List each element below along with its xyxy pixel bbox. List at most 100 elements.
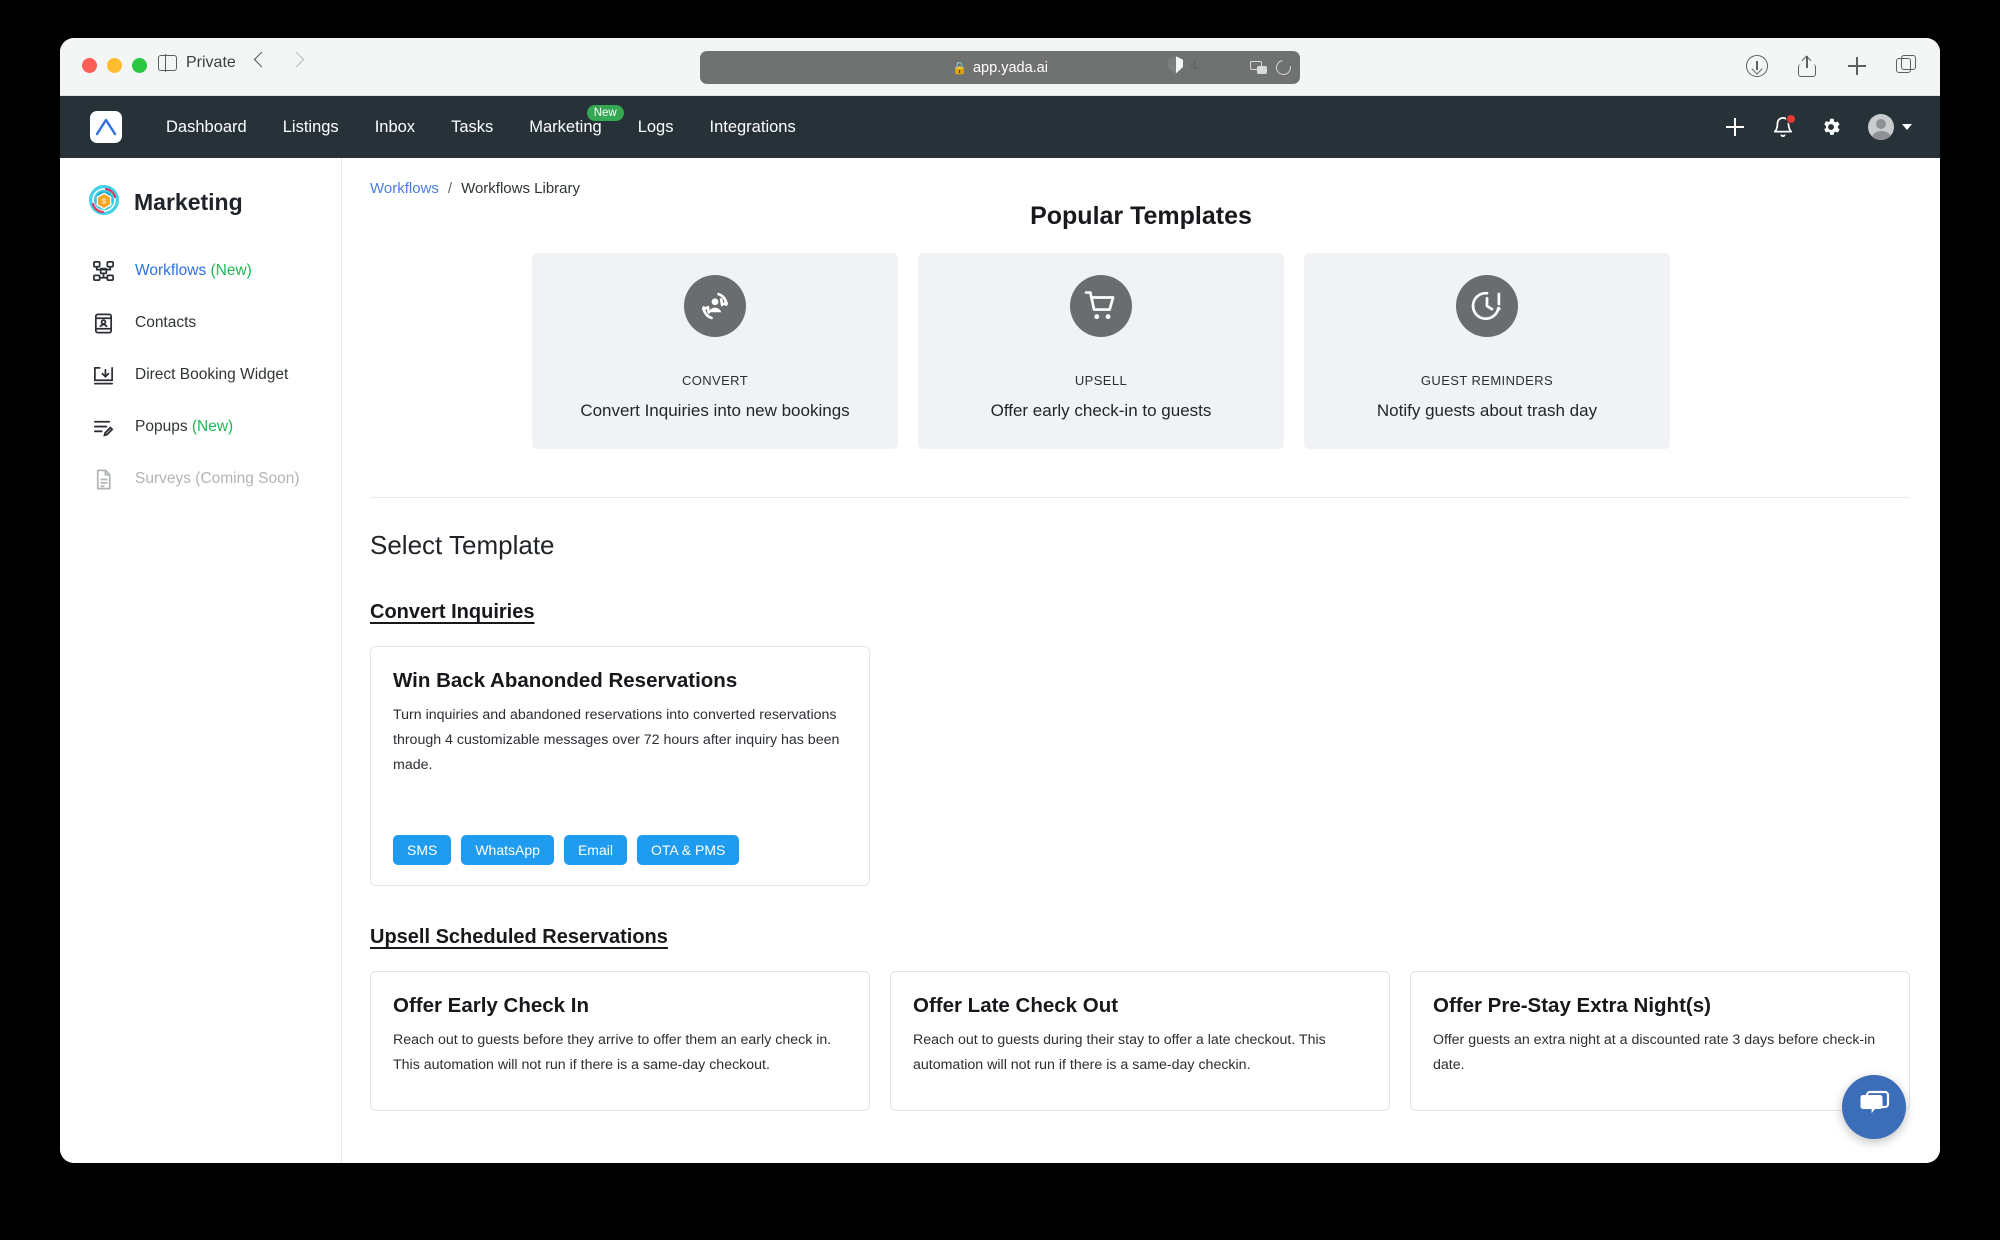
sidebar-item-workflows[interactable]: Workflows (New) — [60, 245, 341, 297]
sidebar-item-label: Direct Booking Widget — [135, 366, 289, 383]
popular-card-kicker: UPSELL — [1074, 373, 1128, 388]
browser-toolbar: Private 🔒 app.yada.ai 4 — [60, 38, 1940, 96]
direct-booking-icon — [90, 362, 116, 388]
group-title-convert-inquiries: Convert Inquiries — [370, 601, 535, 623]
nav-item-logs[interactable]: Logs — [620, 118, 692, 137]
browser-navigation-buttons[interactable] — [253, 51, 305, 68]
translate-icon[interactable] — [1250, 61, 1267, 74]
new-tab-icon[interactable] — [1846, 55, 1868, 77]
forward-icon — [288, 51, 305, 68]
app-top-navbar: Dashboard Listings Inbox Tasks Marketing… — [60, 96, 1940, 158]
maximize-window-button[interactable] — [132, 58, 147, 73]
sidebar-item-popups[interactable]: Popups (New) — [60, 401, 341, 453]
nav-item-listings[interactable]: Listings — [265, 118, 357, 137]
select-template-heading: Select Template — [370, 530, 555, 560]
template-card-description: Reach out to guests before they arrive t… — [393, 1032, 832, 1073]
popular-card-subtitle: Notify guests about trash day — [1376, 401, 1598, 420]
popular-card-subtitle: Convert Inquiries into new bookings — [580, 401, 850, 420]
popular-card-kicker: CONVERT — [681, 373, 749, 388]
top-nav-links[interactable]: Dashboard Listings Inbox Tasks Marketing… — [148, 104, 814, 137]
chat-widget-button[interactable] — [1842, 1075, 1906, 1139]
back-icon[interactable] — [253, 51, 270, 68]
gear-icon[interactable] — [1820, 116, 1842, 138]
app-logo[interactable] — [90, 111, 122, 143]
popular-templates-row: CONVERT Convert Inquiries into new booki… — [342, 231, 1940, 449]
template-card-description: Offer guests an extra night at a discoun… — [1433, 1032, 1876, 1073]
popular-templates-title: Popular Templates — [1030, 202, 1252, 230]
nav-label: Logs — [637, 117, 674, 136]
nav-item-tasks[interactable]: Tasks — [433, 118, 511, 137]
template-card-description: Turn inquiries and abandoned reservation… — [393, 707, 840, 773]
notifications-icon[interactable] — [1772, 114, 1796, 138]
sidebar-item-direct-booking-widget[interactable]: Direct Booking Widget — [60, 349, 341, 401]
tracker-shield[interactable]: 4 — [1168, 56, 1198, 74]
svg-text:$: $ — [102, 198, 106, 205]
share-icon[interactable] — [1796, 55, 1818, 77]
browser-toolbar-actions[interactable] — [1746, 55, 1918, 77]
channel-chip-whatsapp[interactable]: WhatsApp — [461, 835, 554, 865]
tab-overview-icon[interactable] — [1896, 55, 1918, 77]
popular-card-kicker: GUEST REMINDERS — [1420, 373, 1554, 388]
window-traffic-lights[interactable] — [82, 58, 147, 73]
nav-item-dashboard[interactable]: Dashboard — [148, 118, 265, 137]
lock-icon: 🔒 — [952, 60, 967, 75]
browser-window: Private 🔒 app.yada.ai 4 Dashboard Listin… — [60, 38, 1940, 1163]
nav-item-integrations[interactable]: Integrations — [691, 118, 813, 137]
marketing-logo-icon: $ — [88, 184, 120, 221]
notification-dot — [1786, 114, 1796, 124]
sidebar-item-surveys: Surveys (Coming Soon) — [60, 453, 341, 505]
sidebar-item-contacts[interactable]: Contacts — [60, 297, 341, 349]
template-card-pre-stay-extra-nights[interactable]: Offer Pre-Stay Extra Night(s) Offer gues… — [1410, 971, 1910, 1111]
channel-chip-email[interactable]: Email — [563, 835, 627, 865]
label-text: Popups — [135, 418, 192, 435]
popular-card-subtitle: Offer early check-in to guests — [990, 401, 1212, 420]
workflow-icon — [90, 258, 116, 284]
nav-label: Dashboard — [166, 117, 247, 136]
template-card-late-check-out[interactable]: Offer Late Check Out Reach out to guests… — [890, 971, 1390, 1111]
shopping-cart-icon — [1070, 275, 1132, 337]
person-refresh-icon — [684, 275, 746, 337]
breadcrumb: Workflows / Workflows Library — [370, 180, 580, 197]
tracker-count: 4 — [1190, 57, 1198, 73]
close-window-button[interactable] — [82, 58, 97, 73]
sidebar-item-label: Popups (New) — [135, 418, 233, 436]
breadcrumb-workflows-link[interactable]: Workflows — [370, 180, 439, 197]
sidebar-item-label: Surveys (Coming Soon) — [135, 470, 300, 487]
nav-item-marketing[interactable]: Marketing New — [511, 104, 624, 137]
breadcrumb-current: Workflows Library — [461, 180, 580, 197]
template-card-title: Win Back Abanonded Reservations — [393, 669, 738, 692]
channel-chip-sms[interactable]: SMS — [393, 835, 452, 865]
marketing-sidebar: $ Marketing Workflows (New) Contacts Dir… — [60, 158, 342, 1163]
nav-label: Listings — [282, 117, 339, 136]
group-title-upsell-scheduled-reservations: Upsell Scheduled Reservations — [370, 926, 668, 948]
private-window-indicator[interactable]: Private — [158, 54, 236, 72]
avatar — [1868, 114, 1894, 140]
shield-icon — [1168, 56, 1183, 74]
reload-icon[interactable] — [1273, 57, 1294, 78]
user-menu[interactable] — [1868, 114, 1912, 140]
nav-item-inbox[interactable]: Inbox — [357, 118, 433, 137]
contacts-icon — [90, 310, 116, 336]
minimize-window-button[interactable] — [107, 58, 122, 73]
popups-icon — [90, 414, 116, 440]
template-card-title: Offer Early Check In — [393, 994, 589, 1017]
clock-alert-icon — [1456, 275, 1518, 337]
address-bar[interactable]: 🔒 app.yada.ai — [700, 51, 1300, 84]
template-card-channel-chips: SMS WhatsApp Email OTA & PMS — [393, 801, 847, 865]
convert-inquiries-cards: Win Back Abanonded Reservations Turn inq… — [342, 624, 1940, 886]
template-card-win-back[interactable]: Win Back Abanonded Reservations Turn inq… — [370, 646, 870, 886]
add-icon[interactable] — [1724, 116, 1746, 138]
label-suffix: (New) — [210, 262, 252, 279]
url-text: app.yada.ai — [972, 59, 1048, 76]
download-icon[interactable] — [1746, 55, 1768, 77]
popular-card-guest-reminders[interactable]: GUEST REMINDERS Notify guests about tras… — [1304, 253, 1670, 449]
popular-card-convert[interactable]: CONVERT Convert Inquiries into new booki… — [532, 253, 898, 449]
channel-chip-ota-pms[interactable]: OTA & PMS — [636, 835, 740, 865]
private-label: Private — [186, 54, 236, 71]
chevron-down-icon[interactable] — [1902, 124, 1912, 130]
popular-card-upsell[interactable]: UPSELL Offer early check-in to guests — [918, 253, 1284, 449]
app-nav-actions[interactable] — [1724, 96, 1912, 158]
template-card-early-check-in[interactable]: Offer Early Check In Reach out to guests… — [370, 971, 870, 1111]
sidebar-toggle-icon[interactable] — [158, 54, 177, 72]
template-card-description: Reach out to guests during their stay to… — [913, 1032, 1326, 1073]
